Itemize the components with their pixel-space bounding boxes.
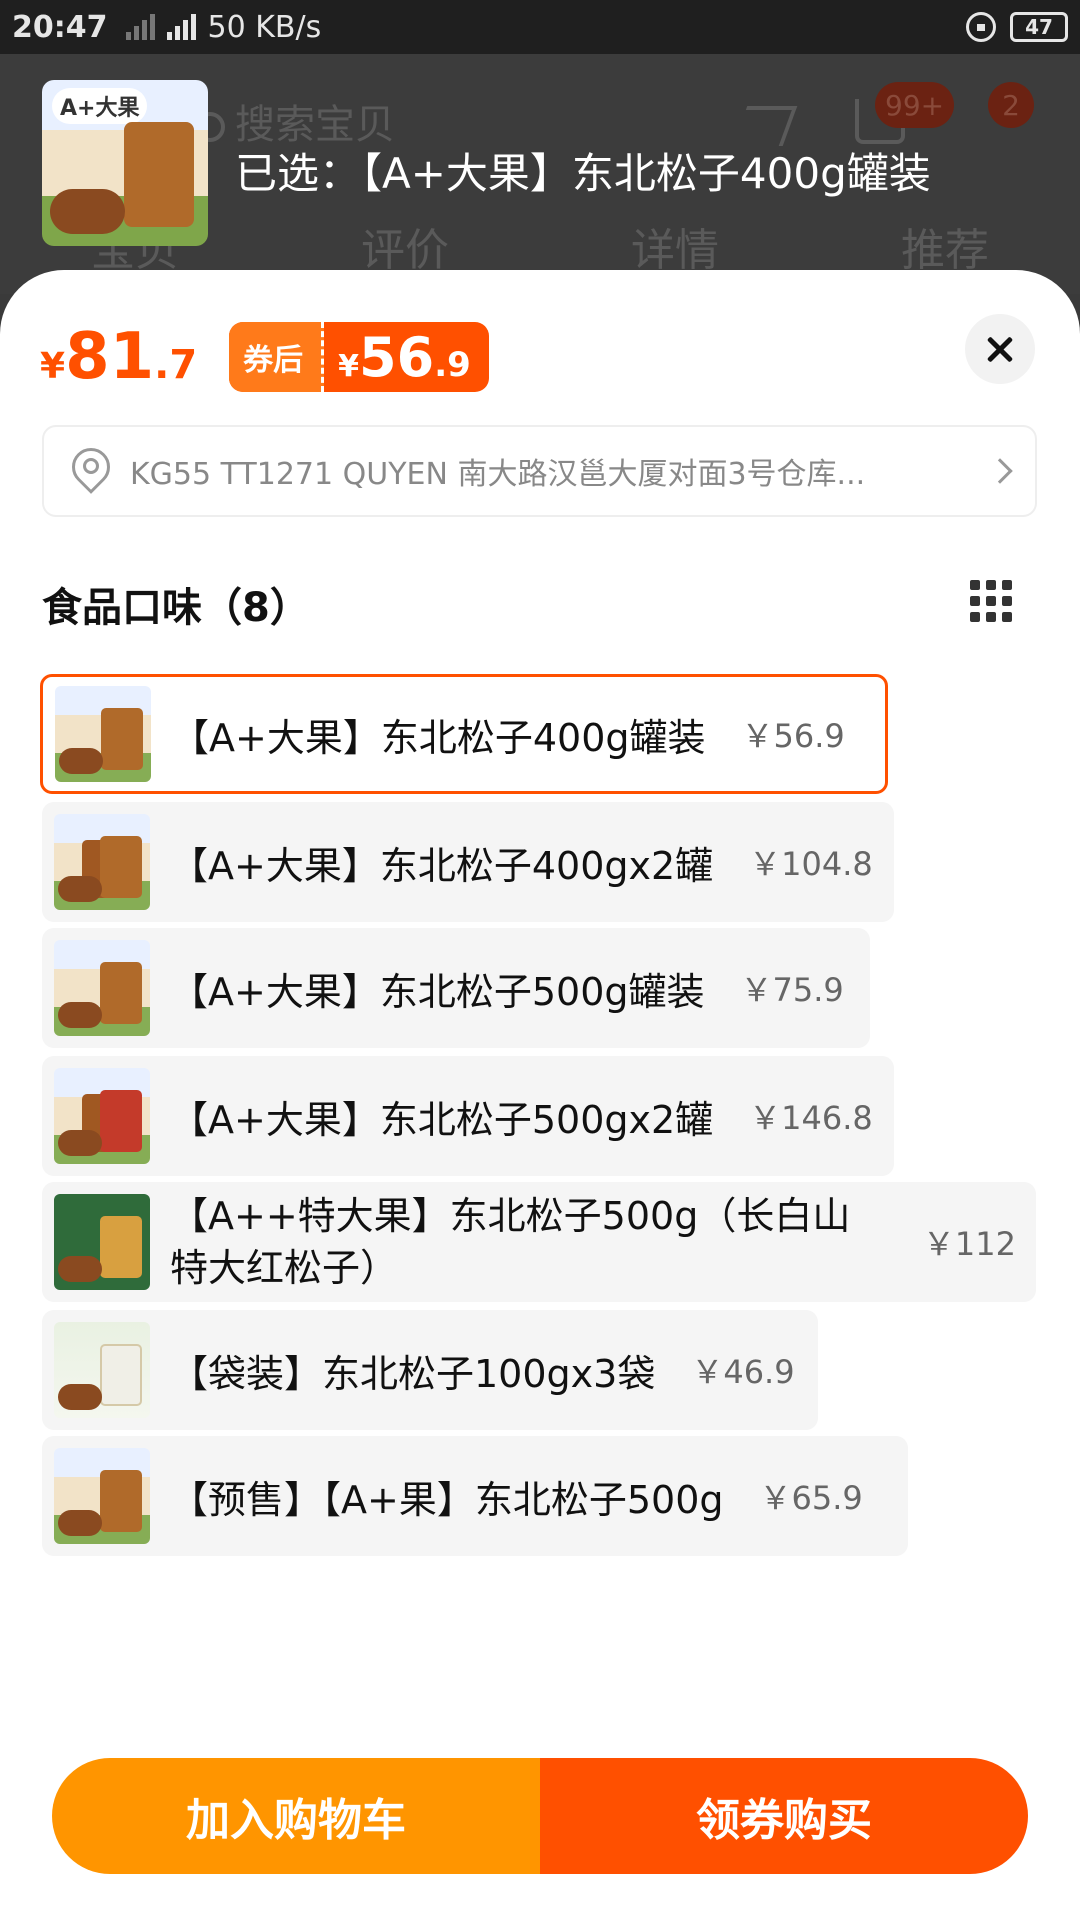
close-button[interactable] (965, 314, 1035, 384)
rotation-lock-icon (966, 12, 996, 42)
tab-reviews: 评价 (361, 225, 449, 276)
cart-badge: 99+ (875, 82, 955, 128)
coupon-price-tag: 券后 ¥56.9 (229, 322, 489, 392)
option-price: ￥46.9 (691, 1353, 795, 1391)
selected-summary: 已选：【A+大果】东北松子400g罐装 (235, 149, 931, 198)
option-name: 【A+大果】东北松子400gx2罐 (170, 843, 714, 888)
address-text: KG55 TT1271 QUYEN 南大路汉邕大厦对面3号仓库... (130, 457, 866, 492)
option-price: ￥146.8 (749, 1099, 873, 1137)
sku-sheet: ¥81.7 券后 ¥56.9 KG55 TT1271 QUYEN 南大路汉邕大厦… (0, 270, 1080, 1920)
option-price: ￥112 (922, 1225, 1016, 1263)
flavor-section-title: 食品口味（8） (42, 585, 310, 631)
option-item[interactable]: 【A+大果】东北松子500gx2罐 ￥146.8 (42, 1056, 894, 1176)
option-name: 【预售】【A+果】东北松子500g (170, 1477, 724, 1522)
status-time: 20:47 (12, 9, 108, 45)
option-name: 【袋装】东北松子100gx3袋 (170, 1351, 656, 1396)
option-item[interactable]: 【A++特大果】东北松子500g（长白山特大红松子） ￥112 (42, 1182, 1036, 1302)
option-item[interactable]: 【A+大果】东北松子400gx2罐 ￥104.8 (42, 802, 894, 922)
battery-icon: 47 (1010, 12, 1068, 42)
jar-image (124, 122, 194, 227)
option-thumb (54, 1068, 150, 1164)
option-item[interactable]: 【袋装】东北松子100gx3袋 ￥46.9 (42, 1310, 818, 1430)
price-row: ¥81.7 券后 ¥56.9 (40, 320, 489, 394)
option-thumb (54, 1194, 150, 1290)
signal-icon-sim2 (166, 14, 196, 40)
option-price: ￥65.9 (759, 1479, 863, 1517)
option-name: 【A++特大果】东北松子500g（长白山特大红松子） (170, 1194, 851, 1290)
thumb-title: A+大果 (52, 88, 148, 124)
option-item-selected[interactable]: 【A+大果】东北松子400g罐装 ￥56.9 (40, 674, 888, 794)
option-price: ￥75.9 (740, 971, 844, 1009)
original-price: ¥81.7 (40, 320, 198, 394)
option-thumb (54, 814, 150, 910)
location-pin-icon (70, 448, 106, 494)
option-thumb (55, 686, 151, 782)
grid-view-icon[interactable] (970, 580, 1012, 622)
option-name: 【A+大果】东北松子400g罐装 (171, 715, 706, 760)
signal-icon-sim1 (125, 14, 155, 40)
option-price: ￥104.8 (749, 845, 873, 883)
option-item[interactable]: 【预售】【A+果】东北松子500g ￥65.9 (42, 1436, 908, 1556)
address-selector[interactable]: KG55 TT1271 QUYEN 南大路汉邕大厦对面3号仓库... (42, 425, 1037, 517)
network-speed: 50 KB/s (207, 9, 322, 45)
add-to-cart-button[interactable]: 加入购物车 (52, 1758, 540, 1874)
tab-recommend: 推荐 (901, 225, 989, 276)
status-bar: 20:47 50 KB/s 47 (0, 0, 1080, 54)
chevron-right-icon (987, 458, 1013, 484)
option-name: 【A+大果】东北松子500g罐装 (170, 969, 705, 1014)
nuts-image (50, 189, 125, 234)
coupon-price: ¥56.9 (338, 325, 471, 389)
coupon-label: 券后 (229, 322, 325, 392)
selected-product-image[interactable]: A+大果 (42, 80, 208, 246)
option-item[interactable]: 【A+大果】东北松子500g罐装 ￥75.9 (42, 928, 870, 1048)
option-thumb (54, 1448, 150, 1544)
more-badge: 2 (988, 82, 1034, 128)
coupon-buy-button[interactable]: 领券购买 (540, 1758, 1028, 1874)
option-name: 【A+大果】东北松子500gx2罐 (170, 1097, 714, 1142)
tab-details: 详情 (631, 225, 719, 276)
option-thumb (54, 940, 150, 1036)
option-price: ￥56.9 (741, 717, 845, 755)
option-thumb (54, 1322, 150, 1418)
action-bar: 加入购物车 领券购买 (52, 1758, 1028, 1874)
